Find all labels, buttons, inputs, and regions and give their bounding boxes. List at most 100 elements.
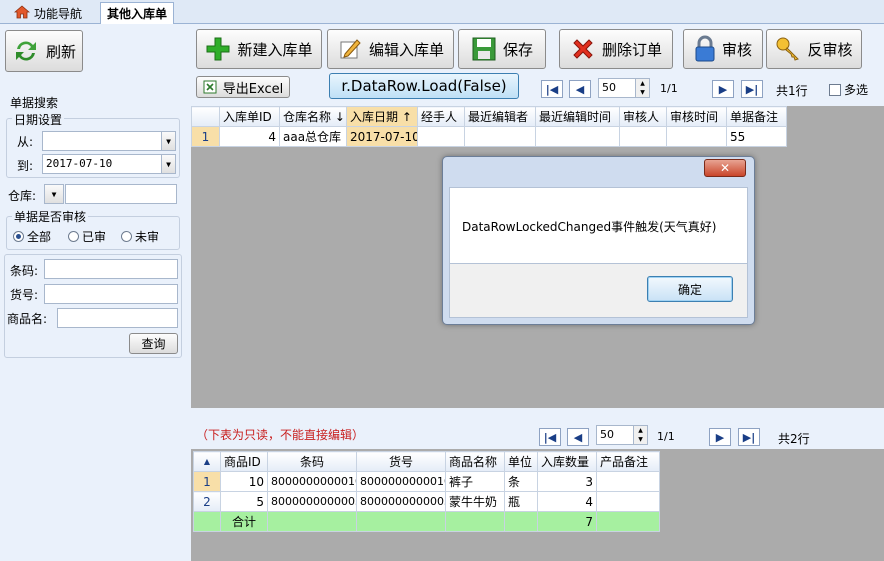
ok-button[interactable]: 确定 bbox=[647, 276, 733, 302]
table-row[interactable]: 1 4 aaa总仓库 2017-07-10 55 bbox=[191, 126, 787, 147]
stock-qty-cell[interactable]: 4 bbox=[537, 491, 597, 512]
radio-all[interactable]: 全部 bbox=[13, 228, 51, 245]
save-button[interactable]: 保存 bbox=[458, 29, 546, 69]
itemno-field[interactable] bbox=[44, 284, 178, 304]
last-edit-time-cell[interactable] bbox=[535, 126, 620, 147]
col-auditor[interactable]: 审核人 bbox=[619, 106, 667, 127]
col-product-id[interactable]: 商品ID bbox=[220, 451, 268, 472]
audit-button[interactable]: 审核 bbox=[683, 29, 763, 69]
query-button[interactable]: 查询 bbox=[129, 333, 178, 354]
col-order-id[interactable]: 入库单ID bbox=[219, 106, 280, 127]
product-name-cell[interactable]: 蒙牛牛奶 bbox=[445, 491, 505, 512]
date-settings-legend: 日期设置 bbox=[12, 111, 65, 128]
first-page-button[interactable]: |◀ bbox=[541, 80, 563, 98]
to-label: 到: bbox=[17, 159, 34, 173]
last-editor-cell[interactable] bbox=[464, 126, 536, 147]
detail-last-page-button[interactable]: ▶| bbox=[738, 428, 760, 446]
col-item-no[interactable]: 货号 bbox=[356, 451, 446, 472]
unit-cell[interactable]: 条 bbox=[504, 471, 538, 492]
tab-other-stock-in[interactable]: 其他入库单 bbox=[100, 2, 175, 24]
spin-up-icon[interactable]: ▲ bbox=[636, 79, 649, 88]
unit-cell[interactable]: 瓶 bbox=[504, 491, 538, 512]
product-id-cell[interactable]: 10 bbox=[220, 471, 268, 492]
refresh-button[interactable]: 刷新 bbox=[5, 30, 83, 72]
radio-unaudited-dot[interactable] bbox=[121, 231, 132, 242]
spin-down-icon[interactable]: ▼ bbox=[636, 88, 649, 97]
next-page-button[interactable]: ▶ bbox=[712, 80, 734, 98]
datarow-load-button[interactable]: r.DataRow.Load(False) bbox=[329, 73, 519, 99]
product-id-cell[interactable]: 5 bbox=[220, 491, 268, 512]
detail-page-info: 1/1 bbox=[657, 430, 675, 443]
col-unit[interactable]: 单位 bbox=[504, 451, 538, 472]
product-note-cell[interactable] bbox=[596, 491, 660, 512]
audit-time-cell[interactable] bbox=[666, 126, 727, 147]
barcode-cell[interactable]: 8000000000005 bbox=[267, 491, 357, 512]
col-last-edit-time[interactable]: 最近编辑时间 bbox=[535, 106, 620, 127]
item-no-cell[interactable]: 8000000000010 bbox=[356, 471, 446, 492]
close-icon[interactable]: ✕ bbox=[704, 159, 746, 177]
next-page-icon: ▶ bbox=[718, 82, 728, 96]
new-order-button[interactable]: 新建入库单 bbox=[196, 29, 322, 69]
item-no-cell[interactable]: 8000000000005 bbox=[356, 491, 446, 512]
from-date-field[interactable]: ▼ bbox=[42, 131, 176, 151]
row-number[interactable]: 2 bbox=[193, 491, 221, 512]
delete-order-button[interactable]: 删除订单 bbox=[559, 29, 673, 69]
col-stock-date[interactable]: 入库日期 ↑ bbox=[346, 106, 418, 127]
col-warehouse[interactable]: 仓库名称 ↓ bbox=[279, 106, 347, 127]
barcode-field[interactable] bbox=[44, 259, 178, 279]
edit-order-button[interactable]: 编辑入库单 bbox=[327, 29, 454, 69]
prev-page-icon: ◀ bbox=[575, 82, 585, 96]
export-excel-button[interactable]: 导出Excel bbox=[196, 76, 290, 98]
to-date-field[interactable]: 2017-07-10 ▼ bbox=[42, 154, 176, 174]
multi-select-checkbox[interactable]: 多选 bbox=[829, 81, 868, 98]
handler-cell[interactable] bbox=[417, 126, 465, 147]
row-number[interactable]: 1 bbox=[191, 126, 220, 147]
order-id-cell[interactable]: 4 bbox=[219, 126, 280, 147]
to-date-dropdown-icon[interactable]: ▼ bbox=[161, 155, 175, 173]
detail-page-size-spinner[interactable]: 50 ▲ ▼ bbox=[596, 425, 648, 445]
detail-first-page-button[interactable]: |◀ bbox=[539, 428, 561, 446]
col-stock-qty[interactable]: 入库数量 bbox=[537, 451, 597, 472]
product-name-field[interactable] bbox=[57, 308, 178, 328]
spin-up-icon[interactable]: ▲ bbox=[634, 426, 647, 435]
prev-page-button[interactable]: ◀ bbox=[569, 80, 591, 98]
col-order-note[interactable]: 单据备注 bbox=[726, 106, 787, 127]
col-last-editor[interactable]: 最近编辑者 bbox=[464, 106, 536, 127]
product-note-cell[interactable] bbox=[596, 471, 660, 492]
barcode-cell[interactable]: 8000000000010 bbox=[267, 471, 357, 492]
row-number[interactable]: 1 bbox=[193, 471, 221, 492]
checkbox-box[interactable] bbox=[829, 83, 841, 96]
tab-function-nav[interactable]: 功能导航 bbox=[8, 2, 88, 24]
col-product-note[interactable]: 产品备注 bbox=[596, 451, 660, 472]
table-row[interactable]: 2 5 8000000000005 8000000000005 蒙牛牛奶 瓶 4 bbox=[193, 491, 660, 512]
delete-icon bbox=[570, 36, 596, 62]
summary-row: 合计 7 bbox=[193, 511, 660, 532]
unaudit-button[interactable]: 反审核 bbox=[766, 29, 862, 69]
auditor-cell[interactable] bbox=[619, 126, 667, 147]
last-page-button[interactable]: ▶| bbox=[741, 80, 763, 98]
col-product-name[interactable]: 商品名称 bbox=[445, 451, 505, 472]
spin-down-icon[interactable]: ▼ bbox=[634, 435, 647, 444]
order-note-cell[interactable]: 55 bbox=[726, 126, 787, 147]
dialog-footer: 确定 bbox=[449, 264, 748, 318]
col-handler[interactable]: 经手人 bbox=[417, 106, 465, 127]
col-barcode[interactable]: 条码 bbox=[267, 451, 357, 472]
from-date-dropdown-icon[interactable]: ▼ bbox=[161, 132, 175, 150]
detail-prev-page-button[interactable]: ◀ bbox=[567, 428, 589, 446]
stock-date-cell[interactable]: 2017-07-10 bbox=[346, 126, 418, 147]
radio-audited-dot[interactable] bbox=[68, 231, 79, 242]
warehouse-dropdown-icon[interactable]: ▼ bbox=[45, 185, 63, 203]
table-row[interactable]: 1 10 8000000000010 8000000000010 裤子 条 3 bbox=[193, 471, 660, 492]
product-name-cell[interactable]: 裤子 bbox=[445, 471, 505, 492]
radio-unaudited[interactable]: 未审 bbox=[121, 228, 159, 245]
col-audit-time[interactable]: 审核时间 bbox=[666, 106, 727, 127]
warehouse-cell[interactable]: aaa总仓库 bbox=[279, 126, 347, 147]
warehouse-dropdown[interactable]: ▼ bbox=[44, 184, 64, 204]
warehouse-field[interactable] bbox=[65, 184, 177, 204]
detail-next-page-button[interactable]: ▶ bbox=[709, 428, 731, 446]
stock-qty-cell[interactable]: 3 bbox=[537, 471, 597, 492]
page-size-spinner[interactable]: 50 ▲ ▼ bbox=[598, 78, 650, 98]
radio-all-dot[interactable] bbox=[13, 231, 24, 242]
radio-audited[interactable]: 已审 bbox=[68, 228, 106, 245]
detail-row-count: 共2行 bbox=[778, 432, 810, 446]
